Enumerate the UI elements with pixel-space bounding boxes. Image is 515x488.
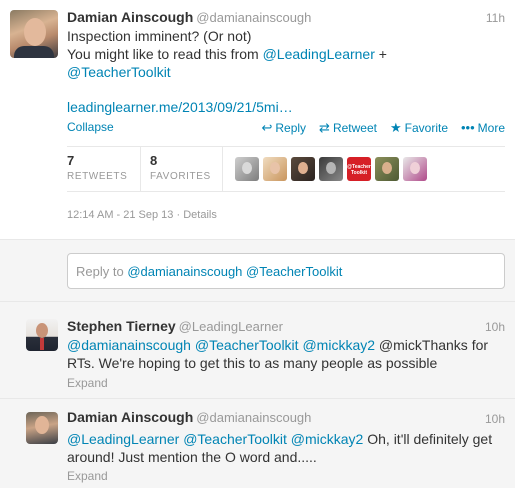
- ellipsis-icon: •••: [461, 120, 475, 135]
- expand-link[interactable]: Expand: [67, 376, 108, 390]
- favorites-count: 8: [150, 153, 158, 168]
- retweets-stat[interactable]: 7 RETWEETS: [67, 153, 127, 182]
- retweet-icon: ⇄: [319, 120, 330, 135]
- tweet-time[interactable]: 10h: [485, 320, 505, 334]
- plus-text: +: [374, 46, 387, 62]
- avatar-shirt: [14, 46, 54, 58]
- favorite-button[interactable]: ★ Favorite: [390, 120, 448, 136]
- author-handle[interactable]: @LeadingLearner: [179, 319, 283, 334]
- tweet-header: Stephen Tierney @LeadingLearner: [67, 318, 283, 334]
- expand-link[interactable]: Expand: [67, 469, 108, 483]
- mention-link[interactable]: @TeacherToolkit: [67, 64, 171, 80]
- favorites-label: FAVORITES: [150, 171, 211, 182]
- favoriter-avatar[interactable]: [235, 157, 259, 181]
- favoriter-avatar[interactable]: [403, 157, 427, 181]
- favoriter-avatar[interactable]: [263, 157, 287, 181]
- favoriter-face: [242, 162, 252, 174]
- author-name[interactable]: Damian Ainscough: [67, 9, 193, 25]
- favoriter-avatar[interactable]: [291, 157, 315, 181]
- favoriter-face: [270, 162, 280, 174]
- favorites-stat[interactable]: 8 FAVORITES: [150, 153, 211, 182]
- reply-mention: @damianainscough: [127, 264, 243, 279]
- tweet-header: Damian Ainscough @damianainscough: [67, 409, 311, 425]
- author-name[interactable]: Stephen Tierney: [67, 318, 176, 334]
- reply-label: Reply: [275, 121, 307, 135]
- tweet-text-line-2: around! Just mention the O word and.....: [67, 449, 317, 465]
- tweet-text-line-3: @TeacherToolkit: [67, 63, 487, 81]
- retweets-label: RETWEETS: [67, 171, 128, 182]
- tweet-text-plain: You might like to read this from: [67, 46, 263, 62]
- tweet-text: @damianainscough @TeacherToolkit @mickka…: [67, 336, 505, 372]
- tweet-meta: 12:14 AM - 21 Sep 13 · Details: [67, 209, 217, 221]
- collapse-link[interactable]: Collapse: [67, 120, 114, 134]
- stat-divider: [222, 147, 223, 191]
- favoriter-avatar[interactable]: [319, 157, 343, 181]
- main-tweet: Damian Ainscough @damianainscough 11h Ins…: [0, 0, 515, 240]
- tweet-actions-row: Collapse ↩ Reply ⇄ Retweet ★ Favorite ••• Mo…: [67, 120, 505, 136]
- avatar[interactable]: [26, 319, 58, 351]
- tweet-text: Inspection imminent? (Or not) You might …: [67, 27, 487, 81]
- tweet-text-plain: Oh, it'll definitely get: [363, 431, 493, 447]
- avatar-face: [35, 416, 49, 434]
- author-handle[interactable]: @damianainscough: [196, 10, 311, 25]
- favoriter-avatar[interactable]: [375, 157, 399, 181]
- mention-link[interactable]: @TeacherToolkit: [195, 337, 299, 353]
- avatar-face: [24, 18, 46, 46]
- avatar[interactable]: [26, 412, 58, 444]
- stat-divider: [140, 147, 141, 191]
- url-link[interactable]: leadinglearner.me/2013/09/21/5mi…: [67, 99, 293, 115]
- tweet-text-line-2: You might like to read this from @Leadin…: [67, 45, 487, 63]
- mention-link[interactable]: @TeacherToolkit: [183, 431, 287, 447]
- reply-button[interactable]: ↩ Reply: [261, 120, 306, 136]
- avatar-tie: [40, 338, 44, 350]
- tweet-text-line-1: @LeadingLearner @TeacherToolkit @mickkay…: [67, 430, 505, 448]
- more-label: More: [477, 121, 505, 135]
- tweet-text-line-2: RTs. We're hoping to get this to as many…: [67, 355, 438, 371]
- reply-arrow-icon: ↩: [261, 120, 273, 135]
- retweet-button[interactable]: ⇄ Retweet: [319, 120, 377, 136]
- star-icon: ★: [389, 120, 402, 135]
- separator: ·: [173, 209, 184, 221]
- tweet-header: Damian Ainscough @damianainscough: [67, 9, 311, 25]
- mention-link[interactable]: @mickkay2: [291, 431, 364, 447]
- tweet-text-line-1: Inspection imminent? (Or not): [67, 28, 252, 44]
- tweet-text: @LeadingLearner @TeacherToolkit @mickkay…: [67, 430, 505, 466]
- avatar-face: [36, 323, 48, 338]
- favorite-label: Favorite: [404, 121, 448, 135]
- retweet-label: Retweet: [332, 121, 377, 135]
- favoriter-face: [410, 162, 420, 174]
- reply-tweet[interactable]: Stephen Tierney @LeadingLearner 10h @dami…: [0, 302, 515, 399]
- details-link[interactable]: Details: [183, 209, 217, 221]
- reply-mention: @TeacherToolkit: [246, 264, 343, 279]
- more-button[interactable]: ••• More: [461, 120, 505, 136]
- tweet-text-plain: @mickThanks for: [375, 337, 489, 353]
- tweet-stats: 7 RETWEETS 8 FAVORITES @Teacher Toolkit: [67, 146, 505, 192]
- reply-input[interactable]: Reply to @damianainscough @TeacherToolki…: [67, 253, 505, 289]
- favoriter-face: [298, 162, 308, 174]
- reply-placeholder-prefix: Reply to: [76, 264, 128, 279]
- author-name[interactable]: Damian Ainscough: [67, 409, 193, 425]
- tweet-text-line-1: @damianainscough @TeacherToolkit @mickka…: [67, 336, 505, 354]
- mention-link[interactable]: @damianainscough: [67, 337, 191, 353]
- favoriter-face: [326, 162, 336, 174]
- author-handle[interactable]: @damianainscough: [196, 410, 311, 425]
- tweet-time[interactable]: 10h: [485, 412, 505, 426]
- reply-tweet[interactable]: Damian Ainscough @damianainscough 10h @Le…: [0, 399, 515, 488]
- tweet-actions: ↩ Reply ⇄ Retweet ★ Favorite ••• More: [261, 120, 505, 136]
- mention-link[interactable]: @mickkay2: [302, 337, 375, 353]
- favoriter-avatar-teacher-toolkit[interactable]: @Teacher Toolkit: [347, 157, 371, 181]
- tweet-time[interactable]: 11h: [486, 11, 505, 25]
- tweet-timestamp[interactable]: 12:14 AM - 21 Sep 13: [67, 209, 173, 221]
- retweets-count: 7: [67, 153, 75, 168]
- reply-area: Reply to @damianainscough @TeacherToolki…: [0, 240, 515, 302]
- mention-link[interactable]: @LeadingLearner: [263, 46, 375, 62]
- favoriter-face: [382, 162, 392, 174]
- favoriter-avatars: @Teacher Toolkit: [235, 157, 427, 181]
- avatar[interactable]: [10, 10, 58, 58]
- mention-link[interactable]: @LeadingLearner: [67, 431, 179, 447]
